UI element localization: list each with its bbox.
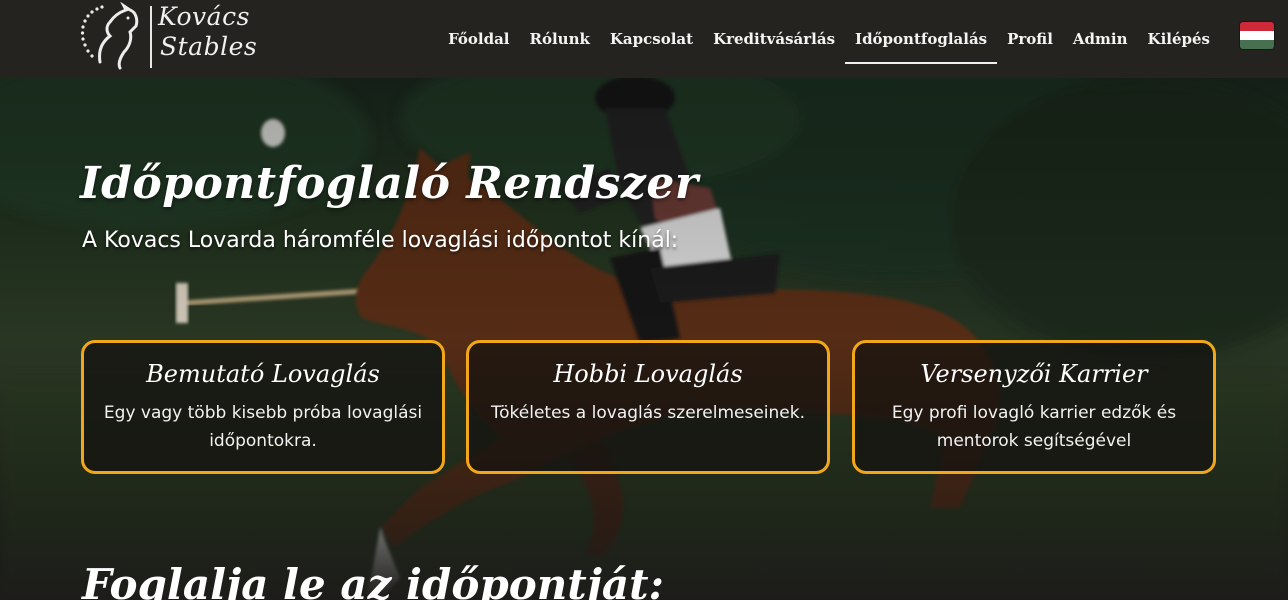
nav-item-credit-purchase[interactable]: Kreditvásárlás [703, 21, 845, 57]
flag-stripe-white [1240, 31, 1274, 40]
nav-item-home[interactable]: Főoldal [438, 21, 519, 57]
logo-line-1: Kovács [158, 2, 250, 31]
riding-option-card-hobby[interactable]: Hobbi Lovaglás Tökéletes a lovaglás szer… [466, 340, 830, 474]
card-description: Tökéletes a lovaglás szerelmeseinek. [490, 403, 806, 423]
flag-stripe-green [1240, 40, 1274, 49]
hero-section: Időpontfoglaló Rendszer A Kovacs Lovarda… [0, 78, 1288, 600]
card-title: Bemutató Lovaglás [146, 360, 380, 388]
nav-item-contact[interactable]: Kapcsolat [600, 21, 703, 57]
logo-wordmark: Kovács Stables [158, 2, 257, 62]
riding-option-card-intro[interactable]: Bemutató Lovaglás Egy vagy több kisebb p… [81, 340, 445, 474]
card-description: Egy profi lovagló karrier edzők és mento… [891, 403, 1177, 451]
card-title: Versenyzői Karrier [920, 360, 1148, 388]
hero-subtitle: A Kovacs Lovarda háromféle lovaglási idő… [82, 228, 679, 253]
hero-title: Időpontfoglaló Rendszer [80, 158, 699, 209]
nav-item-logout[interactable]: Kilépés [1138, 21, 1220, 57]
nav-item-booking[interactable]: Időpontfoglalás [845, 21, 998, 64]
booking-section-title: Foglalja le az időpontját: [82, 560, 665, 600]
card-title: Hobbi Lovaglás [553, 360, 743, 388]
main-nav: Főoldal Rólunk Kapcsolat Kreditvásárlás … [438, 0, 1220, 78]
top-navbar: Kovács Stables Főoldal Rólunk Kapcsolat … [0, 0, 1288, 78]
nav-item-admin[interactable]: Admin [1063, 21, 1138, 57]
horse-logo-icon [80, 2, 139, 70]
flag-stripe-red [1240, 22, 1274, 31]
nav-item-about[interactable]: Rólunk [520, 21, 600, 57]
hero-overlay [0, 78, 1288, 600]
logo-divider [150, 6, 152, 68]
site-logo[interactable]: Kovács Stables [80, 2, 257, 70]
card-description: Egy vagy több kisebb próba lovaglási idő… [103, 403, 423, 451]
nav-item-profile[interactable]: Profil [997, 21, 1063, 57]
riding-option-card-competitive[interactable]: Versenyzői Karrier Egy profi lovagló kar… [852, 340, 1216, 474]
logo-line-2: Stables [160, 32, 258, 61]
hungarian-flag-icon[interactable] [1240, 22, 1274, 49]
